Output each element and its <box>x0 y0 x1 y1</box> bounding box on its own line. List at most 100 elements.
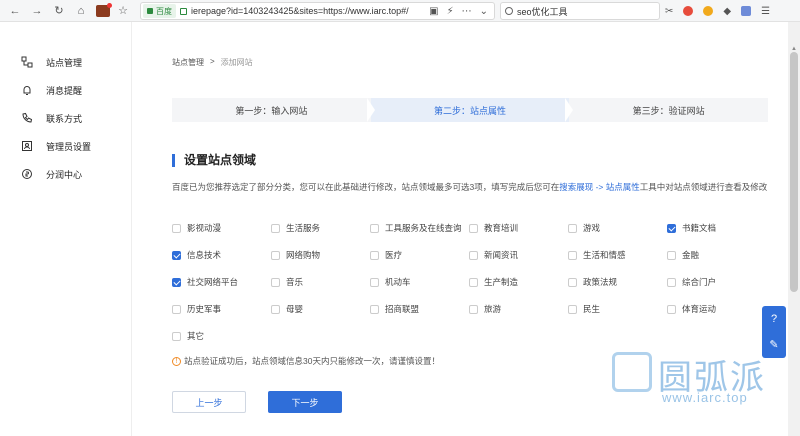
category-option[interactable]: 工具服务及在线查询 <box>370 222 462 234</box>
category-checkbox[interactable] <box>370 304 379 314</box>
category-checkbox[interactable] <box>271 250 280 260</box>
category-option[interactable]: 信息技术 <box>172 249 221 261</box>
screenshot-icon[interactable]: ▣ <box>429 6 438 17</box>
category-checkbox[interactable] <box>172 331 181 341</box>
category-checkbox[interactable] <box>469 304 478 314</box>
category-option[interactable]: 社交网络平台 <box>172 276 238 288</box>
category-label: 工具服务及在线查询 <box>385 223 462 233</box>
url-text[interactable]: ierepage?id=1403243425&sites=https://www… <box>191 6 423 16</box>
red-extension-icon[interactable] <box>683 6 694 16</box>
category-option[interactable]: 音乐 <box>271 276 303 288</box>
bell-icon <box>20 83 34 97</box>
category-option[interactable]: 网络购物 <box>271 249 320 261</box>
lightning-icon[interactable]: ⚡ <box>447 6 454 17</box>
category-label: 母婴 <box>286 304 304 314</box>
category-option[interactable]: 金融 <box>667 249 699 261</box>
category-checkbox[interactable] <box>370 277 379 287</box>
category-option[interactable]: 新闻资讯 <box>469 249 518 261</box>
category-checkbox[interactable] <box>469 250 478 260</box>
category-option[interactable]: 体育运动 <box>667 303 716 315</box>
category-option[interactable]: 招商联盟 <box>370 303 419 315</box>
next-button[interactable]: 下一步 <box>268 391 342 413</box>
search-text[interactable]: seo优化工具 <box>517 5 568 18</box>
category-option[interactable]: 生活和情感 <box>568 249 626 261</box>
scissors-icon[interactable]: ✂ <box>665 6 673 17</box>
category-checkbox[interactable] <box>568 277 577 287</box>
category-option[interactable]: 生产制造 <box>469 276 518 288</box>
breadcrumb-separator: > <box>210 57 215 66</box>
browser-search[interactable]: seo优化工具 <box>500 2 660 20</box>
prev-button[interactable]: 上一步 <box>172 391 246 413</box>
category-checkbox[interactable] <box>271 277 280 287</box>
scroll-thumb[interactable] <box>790 52 798 292</box>
scrollbar[interactable]: ▲ <box>788 22 800 436</box>
category-checkbox[interactable] <box>370 250 379 260</box>
category-checkbox[interactable] <box>271 223 280 233</box>
orange-extension-icon[interactable] <box>703 6 714 16</box>
reload-icon[interactable]: ↻ <box>50 2 68 20</box>
category-option[interactable]: 医疗 <box>370 249 402 261</box>
help-icon[interactable]: ? <box>771 313 777 325</box>
category-option[interactable]: 历史军事 <box>172 303 221 315</box>
category-checkbox[interactable] <box>172 250 181 260</box>
sidebar-item-admin-settings[interactable]: 管理员设置 <box>20 136 91 156</box>
search-display-link[interactable]: 搜索展现 -> 站点属性 <box>559 182 640 192</box>
breadcrumb-root[interactable]: 站点管理 <box>172 57 204 68</box>
more-icon[interactable]: ⋯ <box>462 6 472 17</box>
sidebar-item-contact[interactable]: 联系方式 <box>20 108 82 128</box>
category-option[interactable]: 教育培训 <box>469 222 518 234</box>
category-checkbox[interactable] <box>568 223 577 233</box>
sidebar-item-label: 消息提醒 <box>46 85 83 96</box>
category-option[interactable]: 书籍文档 <box>667 222 716 234</box>
category-label: 生活服务 <box>286 223 321 233</box>
profile-icon[interactable] <box>741 6 752 16</box>
category-option[interactable]: 民生 <box>568 303 600 315</box>
sidebar-item-site-management[interactable]: 站点管理 <box>20 52 82 72</box>
category-checkbox[interactable] <box>667 277 676 287</box>
category-checkbox[interactable] <box>568 250 577 260</box>
forward-icon[interactable]: → <box>28 2 46 20</box>
category-label: 教育培训 <box>484 223 519 233</box>
category-checkbox[interactable] <box>667 304 676 314</box>
category-label: 信息技术 <box>187 250 222 260</box>
bookmark-star-icon[interactable]: ☆ <box>114 2 132 20</box>
category-checkbox[interactable] <box>667 250 676 260</box>
puzzle-icon[interactable]: ◆ <box>723 6 731 17</box>
category-checkbox[interactable] <box>667 223 676 233</box>
category-option[interactable]: 母婴 <box>271 303 303 315</box>
back-icon[interactable]: ← <box>6 2 24 20</box>
category-checkbox[interactable] <box>172 304 181 314</box>
sidebar-item-label: 管理员设置 <box>46 141 92 152</box>
chevron-down-icon[interactable]: ⌄ <box>480 6 488 17</box>
category-option[interactable]: 综合门户 <box>667 276 716 288</box>
category-checkbox[interactable] <box>469 223 478 233</box>
notice: ! 站点验证成功后，站点领域信息30天内只能修改一次，请谨慎设置！ <box>172 355 440 367</box>
category-checkbox[interactable] <box>469 277 478 287</box>
category-checkbox[interactable] <box>172 277 181 287</box>
home-icon[interactable]: ⌂ <box>72 2 90 20</box>
category-option[interactable]: 政策法规 <box>568 276 617 288</box>
extension-icon[interactable] <box>96 2 112 17</box>
sidebar-item-label: 分润中心 <box>46 169 83 180</box>
category-option[interactable]: 影视动漫 <box>172 222 221 234</box>
main-content: 站点管理 > 添加网站 第一步：输入网站 第二步：站点属性 第三步：验证网站 设… <box>132 22 788 436</box>
category-checkbox[interactable] <box>271 304 280 314</box>
edit-icon[interactable]: ✎ <box>769 338 778 351</box>
floating-tools: ? ✎ <box>762 306 786 358</box>
category-option[interactable]: 机动车 <box>370 276 411 288</box>
menu-icon[interactable]: ☰ <box>761 6 770 17</box>
category-label: 体育运动 <box>682 304 717 314</box>
category-option[interactable]: 生活服务 <box>271 222 320 234</box>
category-option[interactable]: 其它 <box>172 330 204 342</box>
category-checkbox[interactable] <box>370 223 379 233</box>
category-checkbox[interactable] <box>172 223 181 233</box>
category-label: 旅游 <box>484 304 502 314</box>
sidebar-item-messages[interactable]: 消息提醒 <box>20 80 82 100</box>
category-option[interactable]: 旅游 <box>469 303 501 315</box>
step-3: 第三步：验证网站 <box>569 98 769 122</box>
address-bar[interactable]: 百度 ierepage?id=1403243425&sites=https://… <box>140 2 495 20</box>
sidebar-item-profit-center[interactable]: 分润中心 <box>20 164 82 184</box>
category-checkbox[interactable] <box>568 304 577 314</box>
info-icon: ! <box>172 356 181 366</box>
category-option[interactable]: 游戏 <box>568 222 600 234</box>
